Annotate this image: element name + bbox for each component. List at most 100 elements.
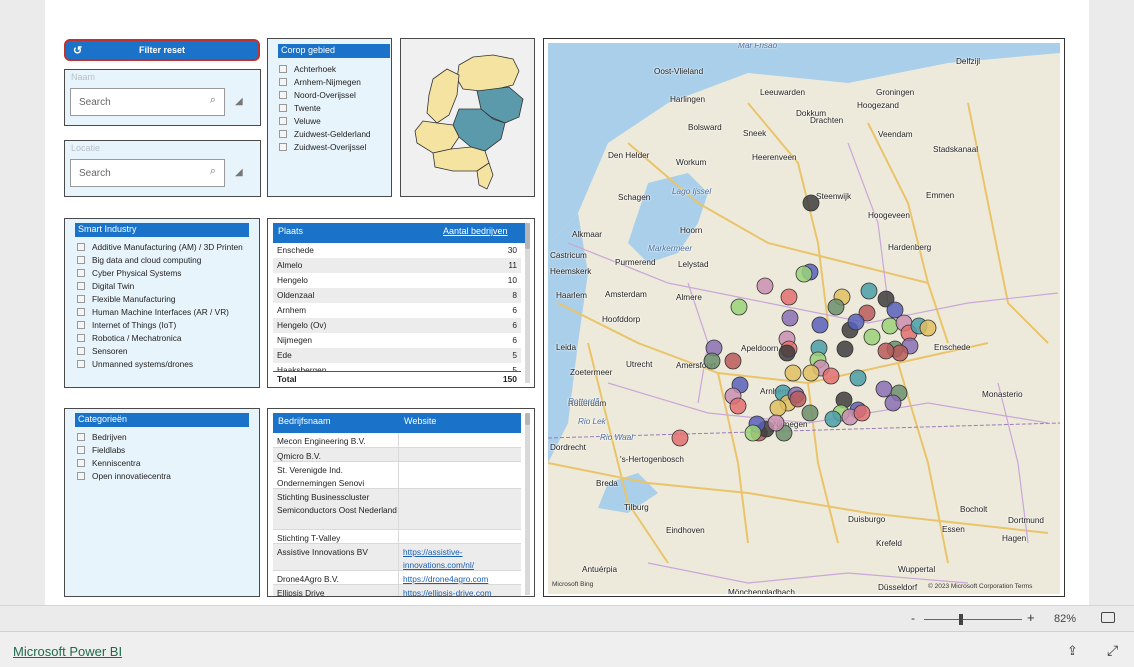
table-row[interactable]: Almelo 11 bbox=[273, 258, 521, 273]
naam-search-input[interactable]: Search ⌕ bbox=[70, 88, 225, 116]
map-marker[interactable] bbox=[756, 277, 774, 295]
map-marker[interactable] bbox=[729, 397, 747, 415]
map-marker[interactable] bbox=[795, 265, 813, 283]
zoom-slider-thumb[interactable] bbox=[959, 614, 963, 625]
map-marker[interactable] bbox=[836, 340, 854, 358]
map-marker[interactable] bbox=[780, 288, 798, 306]
table-row[interactable]: Ellipsis Drive https://ellipsis-drive.com bbox=[273, 585, 521, 596]
table-row[interactable]: Enschede 30 bbox=[273, 243, 521, 258]
zoom-out-button[interactable]: - bbox=[911, 611, 915, 625]
eraser-icon[interactable]: ◢ bbox=[235, 167, 243, 178]
slicer-item[interactable]: Achterhoek bbox=[279, 62, 371, 75]
table-row[interactable]: Ede 5 bbox=[273, 348, 521, 363]
map-attribution[interactable]: © 2023 Microsoft Corporation Terms bbox=[928, 583, 1032, 590]
slicer-item[interactable]: Big data and cloud computing bbox=[77, 253, 243, 266]
slicer-item[interactable]: Twente bbox=[279, 101, 371, 114]
slicer-item[interactable]: Human Machine Interfaces (AR / VR) bbox=[77, 305, 243, 318]
slicer-item[interactable]: Open innovatiecentra bbox=[77, 469, 171, 482]
map-marker[interactable] bbox=[860, 282, 878, 300]
share-icon[interactable]: ⇪ bbox=[1067, 643, 1078, 659]
slicer-item[interactable]: Digital Twin bbox=[77, 279, 243, 292]
table-row[interactable]: Stichting Businesscluster Semiconductors… bbox=[273, 489, 521, 530]
power-bi-link[interactable]: Microsoft Power BI bbox=[13, 644, 122, 659]
map-marker[interactable] bbox=[891, 344, 909, 362]
website-link[interactable]: https://assistive-innovations.com/nl/ bbox=[403, 546, 513, 572]
map-marker[interactable] bbox=[847, 313, 865, 331]
bedrijven-scroll-thumb[interactable] bbox=[525, 413, 530, 425]
slicer-item[interactable]: Kenniscentra bbox=[77, 456, 171, 469]
table-row[interactable]: Oldenzaal 8 bbox=[273, 288, 521, 303]
map-marker[interactable] bbox=[744, 424, 762, 442]
slicer-item[interactable]: Arnhem-Nijmegen bbox=[279, 75, 371, 88]
fit-to-page-icon[interactable] bbox=[1101, 612, 1115, 623]
netherlands-mini-map[interactable] bbox=[401, 39, 536, 198]
table-row[interactable]: Mecon Engineering B.V. bbox=[273, 433, 521, 448]
checkbox[interactable] bbox=[279, 103, 287, 112]
checkbox[interactable] bbox=[77, 294, 85, 303]
locatie-search-input[interactable]: Search ⌕ bbox=[70, 159, 225, 187]
map-marker[interactable] bbox=[824, 410, 842, 428]
checkbox[interactable] bbox=[77, 268, 85, 277]
map-marker[interactable] bbox=[822, 367, 840, 385]
checkbox[interactable] bbox=[77, 333, 85, 342]
table-row[interactable]: Nijmegen 6 bbox=[273, 333, 521, 348]
slicer-item[interactable]: Robotica / Mechatronica bbox=[77, 331, 243, 344]
table-row[interactable]: St. Verenigde Ind. Ondernemingen Senovi bbox=[273, 462, 521, 489]
checkbox[interactable] bbox=[77, 242, 85, 251]
checkbox[interactable] bbox=[77, 346, 85, 355]
checkbox[interactable] bbox=[77, 307, 85, 316]
table-row[interactable]: Hengelo (Ov) 6 bbox=[273, 318, 521, 333]
website-link[interactable]: https://drone4agro.com bbox=[403, 573, 513, 586]
map-marker[interactable] bbox=[827, 298, 845, 316]
plaats-scrollbar[interactable] bbox=[525, 223, 530, 383]
table-row[interactable]: Arnhem 6 bbox=[273, 303, 521, 318]
checkbox[interactable] bbox=[77, 445, 85, 454]
map-marker[interactable] bbox=[724, 352, 742, 370]
checkbox[interactable] bbox=[279, 64, 287, 73]
table-row[interactable]: Assistive Innovations BV https://assistiv… bbox=[273, 544, 521, 571]
map-marker[interactable] bbox=[877, 342, 895, 360]
table-row[interactable]: Stichting T-Valley bbox=[273, 530, 521, 544]
checkbox[interactable] bbox=[279, 90, 287, 99]
slicer-item[interactable]: Sensoren bbox=[77, 344, 243, 357]
checkbox[interactable] bbox=[77, 458, 85, 467]
zoom-in-button[interactable]: + bbox=[1027, 610, 1035, 625]
plaats-scroll-thumb[interactable] bbox=[525, 223, 530, 249]
slicer-item[interactable]: Zuidwest-Overijssel bbox=[279, 140, 371, 153]
website-link[interactable]: https://ellipsis-drive.com bbox=[403, 587, 513, 596]
map-marker[interactable] bbox=[811, 316, 829, 334]
table-row[interactable]: Qmicro B.V. bbox=[273, 448, 521, 462]
slicer-item[interactable]: Flexible Manufacturing bbox=[77, 292, 243, 305]
checkbox[interactable] bbox=[77, 255, 85, 264]
slicer-item[interactable]: Veluwe bbox=[279, 114, 371, 127]
map-marker[interactable] bbox=[802, 194, 820, 212]
map-marker[interactable] bbox=[875, 380, 893, 398]
map-canvas[interactable]: Oost-Vlieland Harlingen Leeuwarden Dokkum Gr… bbox=[548, 43, 1060, 594]
checkbox[interactable] bbox=[279, 116, 287, 125]
map-marker[interactable] bbox=[769, 399, 787, 417]
slicer-item[interactable]: Bedrijven bbox=[77, 430, 171, 443]
map-marker[interactable] bbox=[781, 309, 799, 327]
slicer-item[interactable]: Zuidwest-Gelderland bbox=[279, 127, 371, 140]
map-marker[interactable] bbox=[730, 298, 748, 316]
map-marker[interactable] bbox=[849, 369, 867, 387]
map-marker[interactable] bbox=[778, 344, 796, 362]
checkbox[interactable] bbox=[279, 77, 287, 86]
website-col-header[interactable]: Website bbox=[404, 416, 436, 426]
map-marker[interactable] bbox=[863, 328, 881, 346]
bedrijven-scrollbar[interactable] bbox=[525, 413, 530, 595]
checkbox[interactable] bbox=[77, 432, 85, 441]
map-marker[interactable] bbox=[919, 319, 937, 337]
checkbox[interactable] bbox=[77, 320, 85, 329]
map-marker[interactable] bbox=[802, 364, 820, 382]
checkbox[interactable] bbox=[77, 359, 85, 368]
table-row[interactable]: Drone4Agro B.V. https://drone4agro.com bbox=[273, 571, 521, 585]
bedrijfsnaam-col-header[interactable]: Bedrijfsnaam bbox=[278, 416, 331, 426]
checkbox[interactable] bbox=[77, 471, 85, 480]
slicer-item[interactable]: Noord-Overijssel bbox=[279, 88, 371, 101]
map-marker[interactable] bbox=[801, 404, 819, 422]
slicer-item[interactable]: Additive Manufacturing (AM) / 3D Printen bbox=[77, 240, 243, 253]
table-row[interactable]: Hengelo 10 bbox=[273, 273, 521, 288]
plaats-col-header[interactable]: Plaats bbox=[278, 226, 303, 236]
filter-reset-button[interactable]: ↺ Filter reset bbox=[64, 39, 260, 61]
